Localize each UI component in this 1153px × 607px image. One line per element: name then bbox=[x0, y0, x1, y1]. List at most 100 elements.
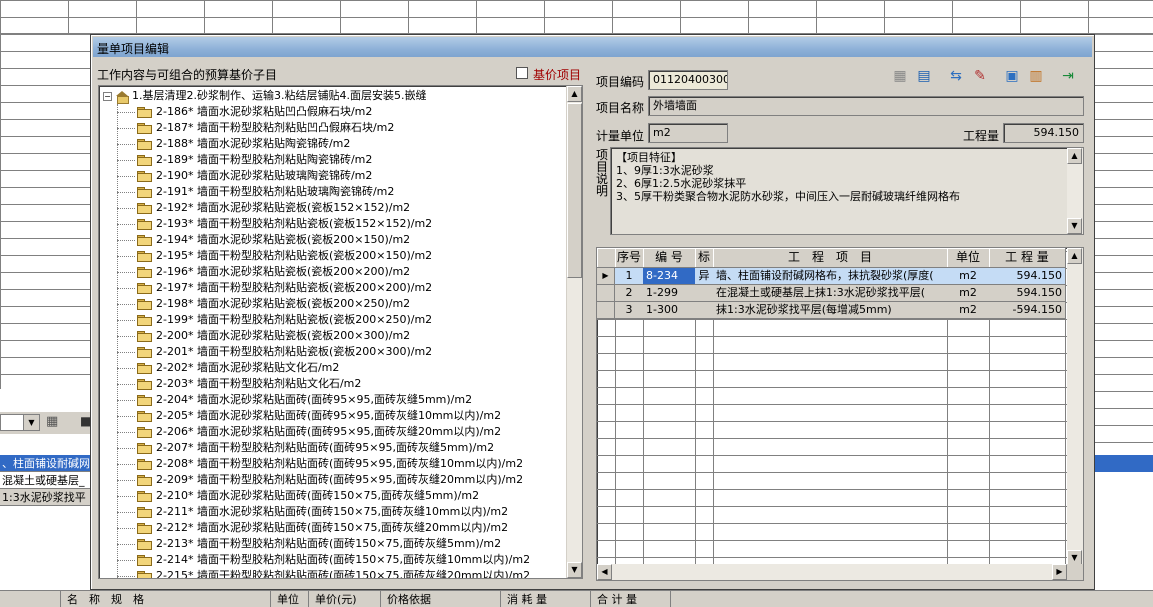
tree-item[interactable]: 2-213* 墙面干粉型胶粘剂粘贴面砖(面砖150×75,面砖灰缝5mm)/m2 bbox=[117, 536, 501, 552]
tree-item[interactable]: 2-195* 墙面干粉型胶粘剂粘贴瓷板(瓷板200×150)/m2 bbox=[117, 248, 432, 264]
tree-item[interactable]: 2-211* 墙面水泥砂浆粘贴面砖(面砖150×75,面砖灰缝10mm以内)/m… bbox=[117, 504, 508, 520]
tree-item[interactable]: 2-212* 墙面水泥砂浆粘贴面砖(面砖150×75,面砖灰缝20mm以内)/m… bbox=[117, 520, 508, 536]
tree-item[interactable]: 2-189* 墙面干粉型胶粘剂粘贴陶瓷锦砖/m2 bbox=[117, 152, 372, 168]
title-bar[interactable]: 量单项目编辑 bbox=[93, 37, 1092, 57]
grid-header-unit[interactable]: 单位 bbox=[947, 248, 990, 268]
scroll-up-icon[interactable]: ▲ bbox=[1067, 148, 1082, 164]
grid-cell[interactable]: 在混凝土或硬基层上抹1:3水泥砂浆找平层( bbox=[713, 285, 948, 302]
chevron-down-icon[interactable]: ▼ bbox=[23, 415, 39, 430]
tree-item[interactable]: 2-200* 墙面水泥砂浆粘贴瓷板(瓷板200×300)/m2 bbox=[117, 328, 410, 344]
collapse-icon[interactable]: − bbox=[103, 91, 112, 101]
description-textarea[interactable]: 【项目特征】 1、9厚1:3水泥砂浆 2、6厚1:2.5水泥砂浆抹平 3、5厚干… bbox=[610, 147, 1084, 235]
scroll-up-icon[interactable]: ▲ bbox=[1067, 248, 1082, 264]
background-combo[interactable]: ▼ bbox=[0, 414, 40, 431]
scroll-thumb[interactable] bbox=[567, 103, 582, 278]
tree-item[interactable]: 2-201* 墙面干粉型胶粘剂粘贴瓷板(瓷板200×300)/m2 bbox=[117, 344, 432, 360]
grid-cell[interactable]: 3 bbox=[615, 302, 644, 319]
tree-item[interactable]: 2-191* 墙面干粉型胶粘剂粘贴玻璃陶瓷锦砖/m2 bbox=[117, 184, 394, 200]
calculator-icon[interactable]: ▦ bbox=[891, 67, 909, 85]
tree-item[interactable]: 2-208* 墙面干粉型胶粘剂粘贴面砖(面砖95×95,面砖灰缝10mm以内)/… bbox=[117, 456, 523, 472]
tree-item[interactable]: 2-205* 墙面水泥砂浆粘贴面砖(面砖95×95,面砖灰缝10mm以内)/m2 bbox=[117, 408, 501, 424]
grid-header-code[interactable]: 编 号 bbox=[643, 248, 696, 268]
tree-item[interactable]: 2-187* 墙面干粉型胶粘剂粘贴凹凸假麻石块/m2 bbox=[117, 120, 394, 136]
scroll-down-icon[interactable]: ▼ bbox=[567, 562, 582, 578]
grid-header-seq[interactable]: 序号 bbox=[615, 248, 644, 268]
tree-item[interactable]: 2-198* 墙面水泥砂浆粘贴瓷板(瓷板200×250)/m2 bbox=[117, 296, 410, 312]
exit-icon[interactable]: ⇥ bbox=[1059, 67, 1077, 85]
tree-item[interactable]: 2-192* 墙面水泥砂浆粘贴瓷板(瓷板152×152)/m2 bbox=[117, 200, 410, 216]
grid-cell[interactable]: 异 bbox=[695, 268, 714, 285]
grid-cell[interactable]: 墙、柱面铺设耐碱网格布，抹抗裂砂浆(厚度( bbox=[713, 268, 948, 285]
grid-cell[interactable]: 594.150 bbox=[989, 268, 1066, 285]
background-row[interactable]: 、柱面铺设耐碱网 bbox=[0, 455, 90, 472]
tree-item[interactable]: 2-206* 墙面水泥砂浆粘贴面砖(面砖95×95,面砖灰缝20mm以内)/m2 bbox=[117, 424, 501, 440]
grid-vertical-scrollbar[interactable]: ▲ ▼ bbox=[1067, 248, 1083, 566]
tree-item[interactable]: 2-188* 墙面水泥砂浆粘贴陶瓷锦砖/m2 bbox=[117, 136, 350, 152]
tree-item[interactable]: 2-207* 墙面干粉型胶粘剂粘贴面砖(面砖95×95,面砖灰缝5mm)/m2 bbox=[117, 440, 494, 456]
bottom-col-price[interactable]: 单价(元) bbox=[308, 591, 357, 607]
grid-cell[interactable]: -594.150 bbox=[989, 302, 1066, 319]
grid-cell[interactable]: 1-299 bbox=[643, 285, 696, 302]
replace-icon[interactable]: ⇆ bbox=[947, 67, 965, 85]
grid-cell[interactable] bbox=[695, 302, 714, 319]
sub-item-tree[interactable]: − 1.基层清理2.砂浆制作、运输3.粘结层铺贴4.面层安装5.嵌缝 2-186*… bbox=[98, 85, 583, 579]
grid-header-qty[interactable]: 工 程 量 bbox=[989, 248, 1066, 268]
grid-cell[interactable]: m2 bbox=[947, 302, 990, 319]
tree-item[interactable]: 2-199* 墙面干粉型胶粘剂粘贴瓷板(瓷板200×250)/m2 bbox=[117, 312, 432, 328]
tree-item[interactable]: 2-193* 墙面干粉型胶粘剂粘贴瓷板(瓷板152×152)/m2 bbox=[117, 216, 432, 232]
base-price-checkbox[interactable] bbox=[516, 67, 528, 79]
grid-cell[interactable] bbox=[695, 285, 714, 302]
tree-item[interactable]: 2-210* 墙面水泥砂浆粘贴面砖(面砖150×75,面砖灰缝5mm)/m2 bbox=[117, 488, 479, 504]
scroll-down-icon[interactable]: ▼ bbox=[1067, 218, 1082, 234]
description-scrollbar[interactable]: ▲ ▼ bbox=[1067, 148, 1083, 234]
edit-icon[interactable]: ✎ bbox=[971, 67, 989, 85]
tree-item[interactable]: 2-197* 墙面干粉型胶粘剂粘贴瓷板(瓷板200×200)/m2 bbox=[117, 280, 432, 296]
grid-cell[interactable]: m2 bbox=[947, 285, 990, 302]
tree-scrollbar[interactable]: ▲ ▼ bbox=[566, 86, 582, 578]
bottom-col-name[interactable]: 名 称 规 格 bbox=[60, 591, 144, 607]
tree-item[interactable]: 2-202* 墙面水泥砂浆粘贴文化石/m2 bbox=[117, 360, 339, 376]
tree-root-label: 1.基层清理2.砂浆制作、运输3.粘结层铺贴4.面层安装5.嵌缝 bbox=[132, 89, 427, 102]
tree-item[interactable]: 2-214* 墙面干粉型胶粘剂粘贴面砖(面砖150×75,面砖灰缝10mm以内)… bbox=[117, 552, 530, 568]
grid-header-item[interactable]: 工 程 项 目 bbox=[713, 248, 948, 268]
tree-item[interactable]: 2-186* 墙面水泥砂浆粘贴凹凸假麻石块/m2 bbox=[117, 104, 372, 120]
bottom-col-total[interactable]: 合 计 量 bbox=[590, 591, 637, 607]
quantity-field[interactable]: 594.150 bbox=[1003, 123, 1084, 143]
bottom-col-consumption[interactable]: 消 耗 量 bbox=[500, 591, 547, 607]
tree-root[interactable]: − 1.基层清理2.砂浆制作、运输3.粘结层铺贴4.面层安装5.嵌缝 bbox=[103, 88, 426, 104]
grid-cell[interactable]: 1 bbox=[615, 268, 644, 285]
tree-item[interactable]: 2-204* 墙面水泥砂浆粘贴面砖(面砖95×95,面砖灰缝5mm)/m2 bbox=[117, 392, 472, 408]
background-row[interactable]: 1:3水泥砂浆找平 bbox=[0, 489, 90, 506]
tree-item[interactable]: 2-190* 墙面水泥砂浆粘贴玻璃陶瓷锦砖/m2 bbox=[117, 168, 372, 184]
save-icon[interactable]: ■ bbox=[80, 414, 91, 430]
unit-field[interactable]: m2 bbox=[648, 123, 728, 143]
quota-grid[interactable]: 序号 编 号 标 工 程 项 目 单位 工 程 量 ▶ 1 8-234 异 墙、… bbox=[596, 247, 1084, 581]
table-icon[interactable]: ▤ bbox=[915, 67, 933, 85]
grid-horizontal-scrollbar[interactable]: ◀ ▶ bbox=[597, 564, 1067, 580]
scroll-left-icon[interactable]: ◀ bbox=[597, 564, 612, 580]
code-field[interactable]: 011204003001 bbox=[648, 70, 728, 90]
background-left-grid bbox=[0, 34, 90, 389]
grid-cell[interactable]: 1-300 bbox=[643, 302, 696, 319]
name-field[interactable]: 外墙墙面 bbox=[648, 96, 1084, 116]
tree-item[interactable]: 2-194* 墙面水泥砂浆粘贴瓷板(瓷板200×150)/m2 bbox=[117, 232, 410, 248]
bottom-col-basis[interactable]: 价格依据 bbox=[380, 591, 431, 607]
grid-header-mark[interactable]: 标 bbox=[695, 248, 714, 268]
tree-item[interactable]: 2-203* 墙面干粉型胶粘剂粘贴文化石/m2 bbox=[117, 376, 361, 392]
tool-icon[interactable]: ▦ bbox=[46, 414, 62, 430]
grid-icon[interactable]: ▥ bbox=[1027, 67, 1045, 85]
tree-item[interactable]: 2-215* 墙面干粉型胶粘剂粘贴面砖(面砖150×75,面砖灰缝20mm以内)… bbox=[117, 568, 530, 578]
grid-cell[interactable]: 594.150 bbox=[989, 285, 1066, 302]
tree-item[interactable]: 2-209* 墙面干粉型胶粘剂粘贴面砖(面砖95×95,面砖灰缝20mm以内)/… bbox=[117, 472, 523, 488]
grid-cell[interactable]: m2 bbox=[947, 268, 990, 285]
tree-item[interactable]: 2-196* 墙面水泥砂浆粘贴瓷板(瓷板200×200)/m2 bbox=[117, 264, 410, 280]
grid-cell[interactable]: 抹1:3水泥砂浆找平层(每增减5mm) bbox=[713, 302, 948, 319]
bottom-col-unit[interactable]: 单位 bbox=[270, 591, 299, 607]
base-price-checkbox-label[interactable]: 基价项目 bbox=[533, 66, 581, 83]
background-row[interactable]: 混凝土或硬基层_ bbox=[0, 472, 90, 489]
window-icon[interactable]: ▣ bbox=[1003, 67, 1021, 85]
grid-cell[interactable]: 8-234 bbox=[643, 268, 696, 285]
scroll-right-icon[interactable]: ▶ bbox=[1052, 564, 1067, 580]
grid-cell[interactable]: 2 bbox=[615, 285, 644, 302]
scroll-up-icon[interactable]: ▲ bbox=[567, 86, 582, 102]
